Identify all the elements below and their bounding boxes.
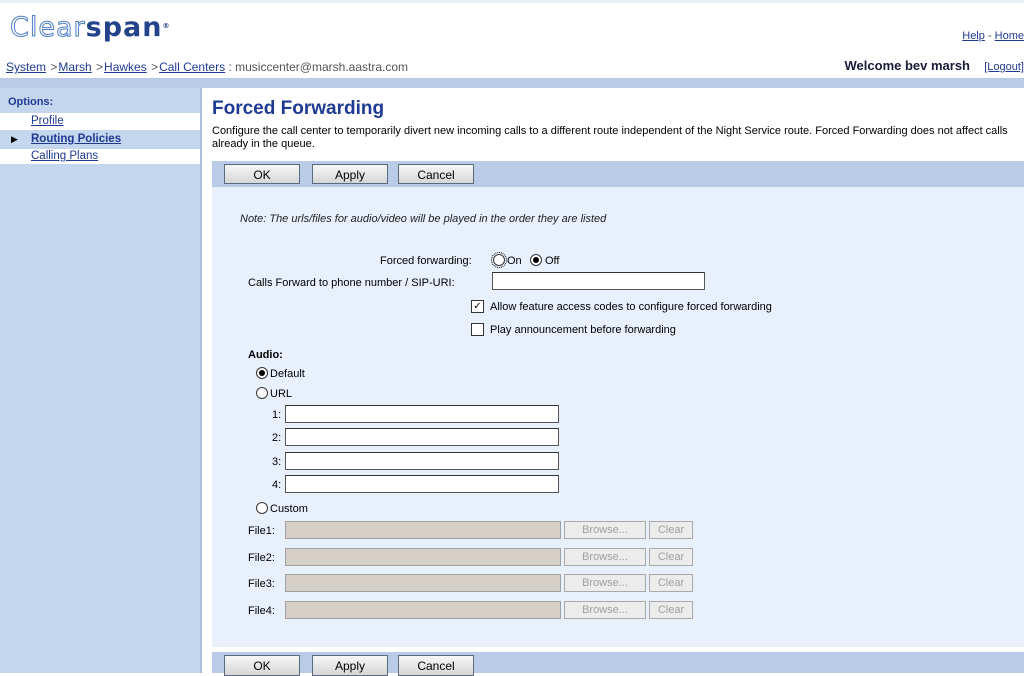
logo-registered-mark: ® [162,22,171,30]
forced-forwarding-off-label: Off [545,255,560,267]
file1-clear-button: Clear [649,521,693,539]
file3-clear-button: Clear [649,574,693,592]
forced-forwarding-on-label: On [507,255,522,267]
active-arrow-icon: ▶ [11,134,18,144]
page-title: Forced Forwarding [212,98,385,119]
help-link[interactable]: Help [962,30,985,42]
ok-button[interactable]: OK [224,164,300,184]
url-row-label: 1: [272,409,282,421]
welcome-message: Welcome bev marsh [844,58,970,73]
audio-url-label: URL [270,388,293,400]
audio-label: Audio: [248,349,283,361]
logo-text-clear: Clear [10,12,86,44]
breadcrumb-separator: > [92,60,104,74]
audio-order-note: Note: The urls/files for audio/video wil… [240,213,607,225]
breadcrumb-call-centers[interactable]: Call Centers [159,60,225,74]
url-row-label: 2: [272,432,282,444]
file-row-label: File2: [248,552,275,564]
play-announcement-label: Play announcement before forwarding [490,324,676,336]
url-row-label: 3: [272,456,282,468]
forced-forwarding-label: Forced forwarding: [380,255,472,267]
apply-button[interactable]: Apply [312,164,388,184]
calls-forward-input[interactable] [492,272,705,290]
breadcrumb: System >Marsh >Hawkes >Call Centers : mu… [6,60,408,74]
file1-browse-button: Browse... [564,521,646,539]
file-row-label: File4: [248,605,275,617]
logout-link[interactable]: [Logout] [984,61,1024,73]
url-input-2[interactable] [285,428,559,446]
main-content: Forced Forwarding Configure the call cen… [202,88,1024,676]
forced-forwarding-on-radio[interactable] [491,252,507,268]
file1-input [285,521,561,539]
breadcrumb-user-id: : musiccenter@marsh.aastra.com [225,60,409,74]
home-link[interactable]: Home [995,30,1024,42]
logo-text-span: span [85,12,163,43]
allow-fac-label: Allow feature access codes to configure … [490,301,772,313]
sidebar: Options: Profile ▶ Routing Policies Call… [0,88,202,673]
file4-input [285,601,561,619]
url-row-label: 4: [272,479,282,491]
audio-custom-radio[interactable] [256,502,268,514]
breadcrumb-bar: System >Marsh >Hawkes >Call Centers : mu… [0,58,1024,78]
file4-browse-button: Browse... [564,601,646,619]
calls-forward-label: Calls Forward to phone number / SIP-URI: [248,277,455,289]
breadcrumb-separator: > [47,60,58,74]
header-band [0,78,1024,88]
breadcrumb-hawkes[interactable]: Hawkes [104,60,147,74]
url-input-3[interactable] [285,452,559,470]
cancel-button[interactable]: Cancel [398,164,474,184]
top-links-separator: - [984,30,995,42]
allow-fac-checkbox[interactable]: ✓ [471,300,484,313]
file3-browse-button: Browse... [564,574,646,592]
file4-clear-button: Clear [649,601,693,619]
file2-browse-button: Browse... [564,548,646,566]
url-input-4[interactable] [285,475,559,493]
form-panel: Note: The urls/files for audio/video wil… [212,187,1024,647]
breadcrumb-separator: > [147,60,159,74]
sidebar-item-label[interactable]: Routing Policies [31,131,121,148]
file2-input [285,548,561,566]
audio-url-radio[interactable] [256,387,268,399]
url-input-1[interactable] [285,405,559,423]
bottom-button-bar: OK Apply Cancel [212,652,1024,676]
forced-forwarding-off-radio[interactable] [530,254,542,266]
header-top-rule [0,0,1024,3]
sidebar-item-profile[interactable]: Profile [0,113,200,130]
file2-clear-button: Clear [649,548,693,566]
header: Clearspan® Help - Home System >Marsh >Ha… [0,0,1024,78]
clearspan-logo: Clearspan® [10,12,170,44]
sidebar-title: Options: [8,96,54,108]
sidebar-item-routing-policies[interactable]: ▶ Routing Policies [0,131,200,148]
audio-custom-label: Custom [270,503,308,515]
sidebar-item-label[interactable]: Profile [31,113,64,130]
top-links: Help - Home [962,30,1024,42]
top-button-bar: OK Apply Cancel [212,161,1024,187]
breadcrumb-system[interactable]: System [6,60,46,74]
sidebar-item-calling-plans[interactable]: Calling Plans [0,149,200,164]
file-row-label: File3: [248,578,275,590]
file-row-label: File1: [248,525,275,537]
play-announcement-checkbox[interactable] [471,323,484,336]
page-description: Configure the call center to temporarily… [212,125,1008,150]
file3-input [285,574,561,592]
breadcrumb-marsh[interactable]: Marsh [58,60,91,74]
audio-default-label: Default [270,368,305,380]
sidebar-item-label[interactable]: Calling Plans [31,149,98,164]
audio-default-radio[interactable] [256,367,268,379]
